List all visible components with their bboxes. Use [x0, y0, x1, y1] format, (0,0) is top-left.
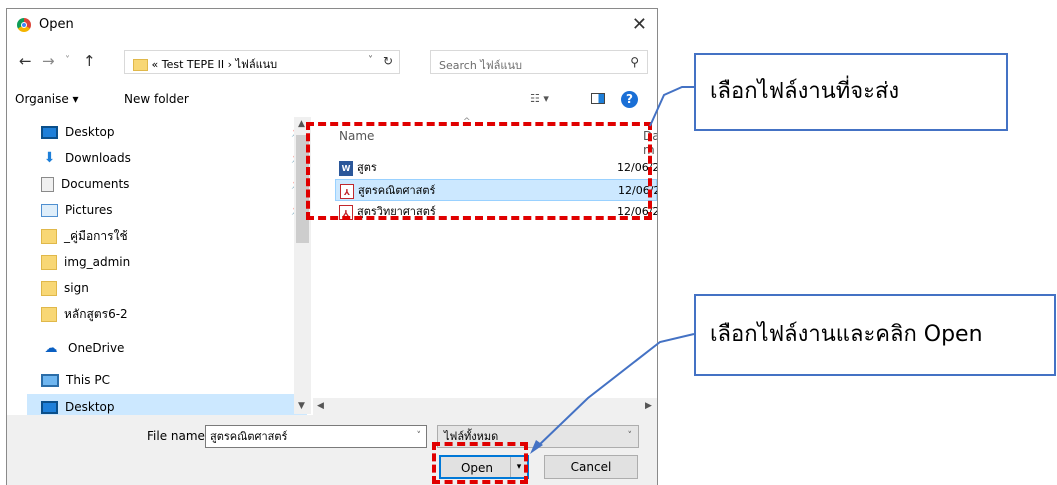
- top-callout-line: [649, 86, 694, 127]
- callout-select-file: เลือกไฟล์งานที่จะส่ง: [694, 53, 1008, 131]
- bottom-callout-line: [536, 333, 695, 448]
- callout-select-and-open: เลือกไฟล์งานและคลิก Open: [694, 294, 1056, 376]
